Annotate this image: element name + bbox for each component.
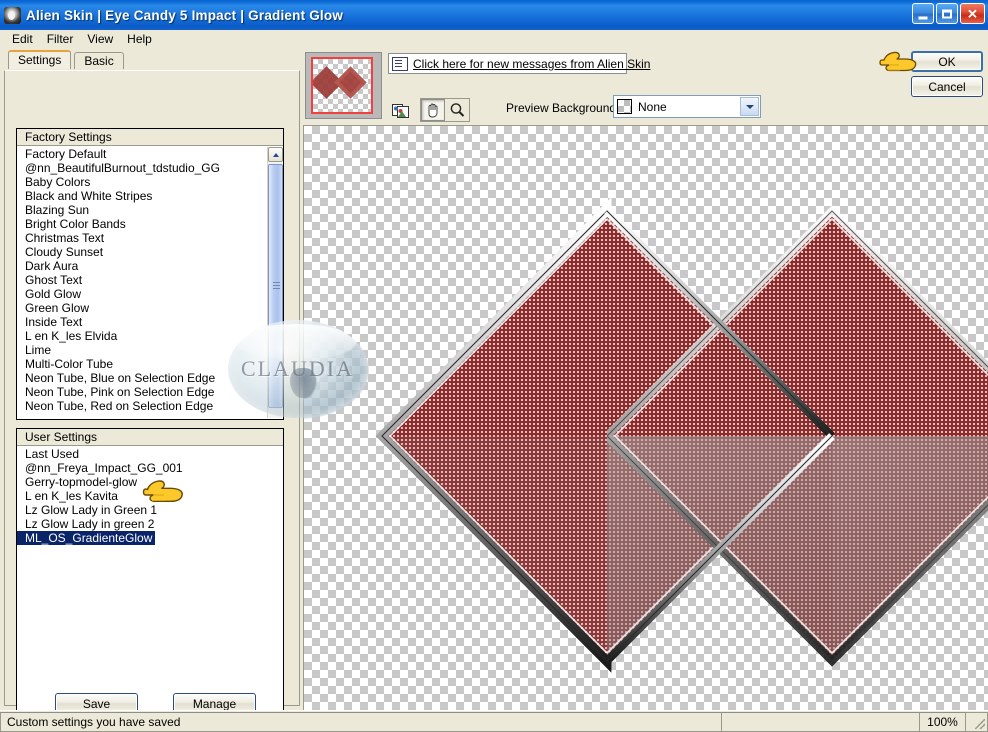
application-window: Alien Skin | Eye Candy 5 Impact | Gradie… xyxy=(0,0,988,732)
status-bar: Custom settings you have saved 100% xyxy=(0,710,988,732)
user-settings-items[interactable]: Last Used @nn_Freya_Impact_GG_001 Gerry-… xyxy=(17,447,283,718)
menu-item-help[interactable]: Help xyxy=(121,31,160,48)
factory-settings-listbox[interactable]: Factory Settings Factory Default @nn_Bea… xyxy=(16,128,284,420)
maximize-button[interactable] xyxy=(936,3,958,24)
new-messages-link[interactable]: Click here for new messages from Alien S… xyxy=(413,57,650,71)
view-tools-group xyxy=(420,98,470,122)
menu-item-edit[interactable]: Edit xyxy=(6,31,41,48)
list-item[interactable]: L en K_les Kavita xyxy=(17,489,283,503)
list-item[interactable]: Baby Colors xyxy=(17,175,267,189)
list-item-selected[interactable]: ML_OS_GradienteGlow xyxy=(17,531,156,545)
magnifier-icon xyxy=(450,103,464,117)
chevron-down-icon[interactable] xyxy=(740,97,759,116)
status-middle xyxy=(722,711,920,732)
window-title: Alien Skin | Eye Candy 5 Impact | Gradie… xyxy=(26,7,344,23)
list-item[interactable]: Green Glow xyxy=(17,301,267,315)
pan-tool-button[interactable] xyxy=(421,99,445,121)
status-zoom-level: 100% xyxy=(920,711,966,732)
preview-background-label: Preview Background: xyxy=(506,101,620,115)
checkerboard-swatch-icon xyxy=(617,99,632,114)
alien-skin-message-bar[interactable]: Click here for new messages from Alien S… xyxy=(388,53,650,74)
preview-background-value: None xyxy=(638,99,667,114)
message-envelope-icon xyxy=(392,56,408,71)
list-item[interactable]: L en K_les Elvida xyxy=(17,329,267,343)
factory-settings-items[interactable]: Factory Default @nn_BeautifulBurnout_tds… xyxy=(17,147,267,419)
list-item[interactable]: Dark Aura xyxy=(17,259,267,273)
preview-canvas-surface[interactable]: CLAUDIA xyxy=(304,126,988,710)
ok-button[interactable]: OK xyxy=(911,51,983,72)
scrollbar-thumb[interactable] xyxy=(268,164,283,408)
list-item[interactable]: Lz Glow Lady in Green 1 xyxy=(17,503,283,517)
list-item[interactable]: Lz Glow Lady in green 2 xyxy=(17,517,283,531)
list-item[interactable]: Lime xyxy=(17,343,267,357)
image-compare-button[interactable] xyxy=(389,99,413,121)
scrollbar-grip-icon xyxy=(273,282,280,290)
list-item[interactable]: @nn_Freya_Impact_GG_001 xyxy=(17,461,283,475)
image-compare-icon xyxy=(392,103,409,118)
tab-settings[interactable]: Settings xyxy=(8,50,72,69)
resize-grip-icon[interactable] xyxy=(966,711,988,732)
preview-canvas[interactable]: CLAUDIA xyxy=(303,125,988,710)
close-button[interactable]: ✕ xyxy=(960,3,985,24)
hand-icon xyxy=(428,103,437,118)
list-item[interactable]: Blazing Sun xyxy=(17,203,267,217)
list-item[interactable]: Neon Tube, Red on Selection Edge xyxy=(17,399,267,413)
list-item[interactable]: Gerry-topmodel-glow xyxy=(17,475,283,489)
list-item[interactable]: Neon Tube, Pink on Selection Edge xyxy=(17,385,267,399)
list-item[interactable]: Cloudy Sunset xyxy=(17,245,267,259)
gradient-glow-preview-shapes xyxy=(375,197,988,673)
zoom-tool-button[interactable] xyxy=(445,99,469,121)
factory-settings-scrollbar[interactable] xyxy=(267,147,283,418)
settings-panel-body: Factory Settings Factory Default @nn_Bea… xyxy=(4,70,300,719)
list-item[interactable]: @nn_BeautifulBurnout_tdstudio_GG xyxy=(17,161,267,175)
tab-bar: Settings Basic xyxy=(8,50,124,69)
preview-toolbar xyxy=(389,98,470,122)
list-item[interactable]: Christmas Text xyxy=(17,231,267,245)
scroll-up-arrow-icon[interactable] xyxy=(268,147,283,162)
list-item[interactable]: Factory Default xyxy=(17,147,267,161)
user-settings-header: User Settings xyxy=(17,429,283,446)
thumbnail-diamonds-icon xyxy=(313,66,367,99)
alien-head-icon xyxy=(4,6,21,24)
list-item[interactable]: Bright Color Bands xyxy=(17,217,267,231)
title-bar: Alien Skin | Eye Candy 5 Impact | Gradie… xyxy=(0,0,988,31)
close-icon: ✕ xyxy=(967,6,978,21)
list-item[interactable]: Last Used xyxy=(17,447,283,461)
user-settings-listbox[interactable]: User Settings Last Used @nn_Freya_Impact… xyxy=(16,428,284,719)
list-item[interactable]: Black and White Stripes xyxy=(17,189,267,203)
minimize-button[interactable] xyxy=(912,3,934,24)
tab-basic[interactable]: Basic xyxy=(74,52,124,69)
factory-settings-header: Factory Settings xyxy=(17,129,283,146)
status-message: Custom settings you have saved xyxy=(0,711,722,732)
preview-background-select[interactable]: None xyxy=(613,95,761,118)
window-controls: ✕ xyxy=(912,3,985,24)
settings-panel: Settings Basic Factory Settings Factory … xyxy=(0,48,303,719)
cancel-button[interactable]: Cancel xyxy=(911,76,983,97)
list-item[interactable]: Neon Tube, Blue on Selection Edge xyxy=(17,371,267,385)
list-item[interactable]: Gold Glow xyxy=(17,287,267,301)
menu-item-view[interactable]: View xyxy=(81,31,121,48)
thumbnail-image xyxy=(311,57,373,114)
list-item[interactable]: Multi-Color Tube xyxy=(17,357,267,371)
list-item[interactable]: Ghost Text xyxy=(17,273,267,287)
menu-bar: Edit Filter View Help xyxy=(0,30,988,48)
menu-item-filter[interactable]: Filter xyxy=(41,31,82,48)
list-item[interactable]: Inside Text xyxy=(17,315,267,329)
thumbnail-preview[interactable] xyxy=(305,52,382,119)
